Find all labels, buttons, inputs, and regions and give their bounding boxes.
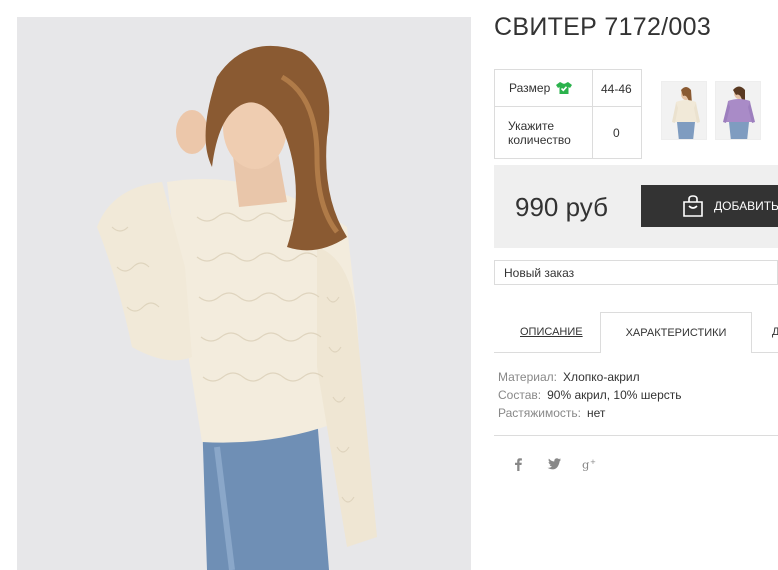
- characteristic-key: Растяжимость:: [498, 406, 582, 420]
- tabs-divider-gap: [601, 352, 751, 353]
- tab-delivery[interactable]: Д: [772, 326, 778, 338]
- quantity-label: Укажите количество: [508, 119, 571, 147]
- social-share: g +: [510, 456, 598, 472]
- google-plus-icon[interactable]: g +: [582, 456, 598, 472]
- shopping-bag-icon: [683, 195, 703, 217]
- thumbnail-lilac-sweater-image: [716, 82, 760, 139]
- characteristic-row: Материал: Хлопко-акрил: [498, 368, 682, 386]
- product-tabs: ОПИСАНИЕ ХАРАКТЕРИСТИКИ Д: [494, 312, 778, 353]
- twitter-icon[interactable]: [546, 456, 562, 472]
- thumbnail-cream-sweater-image: [662, 82, 706, 139]
- characteristic-row: Состав: 90% акрил, 10% шерсть: [498, 386, 682, 404]
- characteristics-list: Материал: Хлопко-акрил Состав: 90% акрил, …: [498, 368, 682, 422]
- add-to-cart-label: ДОБАВИТЬ: [714, 199, 778, 213]
- product-title: СВИТЕР 7172/003: [494, 13, 712, 41]
- product-photo-illustration: [17, 17, 471, 570]
- characteristic-value: Хлопко-акрил: [562, 370, 640, 384]
- order-select[interactable]: Новый заказ: [494, 260, 778, 285]
- size-chart-icon[interactable]: [556, 81, 573, 95]
- tab-characteristics[interactable]: ХАРАКТЕРИСТИКИ: [600, 312, 752, 353]
- table-divider: [495, 106, 641, 107]
- size-label-text: Размер: [509, 81, 551, 95]
- product-thumbnail[interactable]: [715, 81, 761, 140]
- svg-text:g: g: [582, 457, 590, 471]
- characteristic-key: Материал:: [498, 370, 557, 384]
- characteristic-value: нет: [587, 406, 606, 420]
- characteristic-key: Состав:: [498, 388, 542, 402]
- section-divider: [494, 435, 778, 436]
- product-thumbnail[interactable]: [661, 81, 707, 140]
- add-to-cart-button[interactable]: ДОБАВИТЬ: [641, 185, 778, 227]
- svg-text:+: +: [590, 457, 596, 466]
- product-price: 990 руб: [515, 192, 608, 222]
- characteristic-row: Растяжимость: нет: [498, 404, 682, 422]
- table-divider: [592, 70, 593, 158]
- characteristic-value: 90% акрил, 10% шерсть: [547, 388, 682, 402]
- size-value[interactable]: 44-46: [601, 82, 632, 96]
- size-label: Размер: [509, 81, 573, 95]
- quantity-label-line1: Укажите: [508, 119, 555, 133]
- quantity-input[interactable]: 0: [613, 126, 620, 140]
- quantity-label-line2: количество: [508, 133, 571, 147]
- product-main-image[interactable]: [17, 17, 471, 570]
- tab-description[interactable]: ОПИСАНИЕ: [520, 326, 583, 338]
- facebook-icon[interactable]: [510, 456, 526, 472]
- price-panel: 990 руб ДОБАВИТЬ: [494, 165, 778, 248]
- options-table: Размер 44-46 Укажите количество 0: [494, 69, 642, 159]
